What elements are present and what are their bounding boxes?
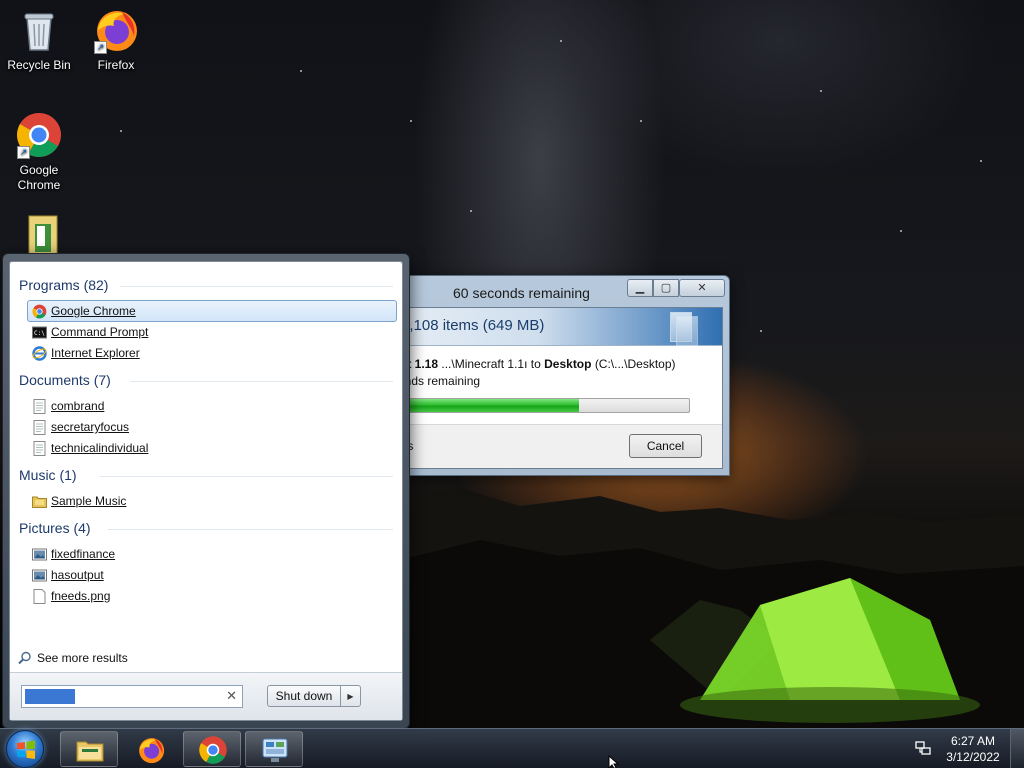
recycle-bin-icon [15, 6, 63, 54]
result-item-combrand[interactable]: combrand [27, 395, 397, 417]
start-menu-results-panel: Programs (82) Google Chrome C:\ Command … [9, 261, 403, 721]
result-item-label: Command Prompt [51, 325, 149, 339]
result-item-technicalindividual[interactable]: technicalindividual [27, 437, 397, 459]
document-stack-icon [676, 316, 698, 346]
taskbar-button-chrome[interactable] [183, 731, 241, 767]
document-icon [32, 420, 47, 435]
copy-route-destination[interactable]: Desktop [544, 357, 591, 371]
taskbar: 6:27 AM 3/12/2022 [0, 728, 1024, 768]
result-item-secretaryfocus[interactable]: secretaryfocus [27, 416, 397, 438]
result-item-label: fneeds.png [51, 589, 111, 603]
mouse-cursor-icon [608, 755, 620, 768]
start-search-box[interactable]: ✕ [21, 685, 243, 708]
svg-text:C:\: C:\ [34, 330, 45, 337]
desktop-icon-label: Google Chrome [17, 163, 61, 192]
results-group-header-programs[interactable]: Programs (82) [19, 277, 108, 293]
desktop-icon-firefox[interactable]: ↗ Firefox [78, 6, 154, 73]
image-icon [32, 568, 47, 583]
shut-down-button[interactable]: Shut down [267, 685, 341, 707]
chrome-icon [32, 304, 47, 319]
result-item-hasoutput[interactable]: hasoutput [27, 564, 397, 586]
close-button[interactable]: ✕ [679, 279, 725, 297]
desktop-icon-label: Firefox [97, 58, 135, 72]
maximize-button[interactable]: ▢ [653, 279, 679, 297]
copy-banner: 4,108 items (649 MB) [389, 308, 722, 346]
result-item-internet-explorer[interactable]: Internet Explorer [27, 342, 397, 364]
maximize-icon: ▢ [660, 281, 672, 294]
result-item-label: Google Chrome [51, 304, 136, 318]
windows-logo-icon [17, 740, 35, 759]
result-item-fneeds-png[interactable]: fneeds.png [27, 585, 397, 607]
control-panel-icon [262, 738, 288, 762]
divider [120, 286, 393, 287]
clear-icon[interactable]: ✕ [226, 689, 237, 704]
file-explorer-icon [76, 741, 104, 762]
start-menu-bottom-bar: ✕ Shut down ▶ [10, 672, 402, 720]
copy-progress-fill [393, 399, 580, 412]
result-item-label: Sample Music [51, 494, 127, 508]
copy-progress-dialog: 60 seconds remaining ▁ ▢ ✕ 4,108 items (… [380, 275, 730, 476]
start-menu: Programs (82) Google Chrome C:\ Command … [2, 253, 410, 729]
chrome-icon [199, 736, 227, 764]
minimize-icon: ▁ [635, 281, 645, 294]
result-item-google-chrome[interactable]: Google Chrome [27, 300, 397, 322]
clock-time: 6:27 AM [950, 734, 996, 748]
shortcut-arrow-icon: ↗ [94, 41, 107, 54]
document-icon [32, 399, 47, 414]
desktop-icon-recycle-bin[interactable]: Recycle Bin [1, 6, 77, 73]
result-item-fixedfinance[interactable]: fixedfinance [27, 543, 397, 565]
internet-explorer-icon [32, 346, 47, 361]
image-icon [32, 547, 47, 562]
firefox-icon [139, 738, 165, 764]
network-icon[interactable] [914, 739, 932, 757]
result-item-label: secretaryfocus [51, 420, 130, 434]
taskbar-button-file-explorer[interactable] [60, 731, 118, 767]
copy-heading: 4,108 items (649 MB) [401, 317, 545, 334]
taskbar-clock[interactable]: 6:27 AM 3/12/2022 [940, 733, 1006, 765]
copy-route-connector: to [530, 357, 541, 371]
show-desktop-button[interactable] [1010, 729, 1024, 768]
divider [108, 529, 393, 530]
start-search-input[interactable] [22, 686, 222, 707]
copy-dialog-title: 60 seconds remaining [453, 285, 590, 301]
result-item-label: hasoutput [51, 568, 104, 582]
result-item-label: technicalindividual [51, 441, 149, 455]
minimize-button[interactable]: ▁ [627, 279, 653, 297]
close-icon: ✕ [697, 281, 707, 294]
result-item-label: fixedfinance [51, 547, 116, 561]
blank-file-icon [32, 589, 47, 604]
copy-progress-bar [392, 398, 690, 413]
command-prompt-icon: C:\ [32, 325, 47, 340]
divider [100, 476, 393, 477]
copy-route: raft 1.18 ...\Minecraft 1.1ı to Desktop … [392, 357, 676, 371]
search-icon [18, 651, 31, 665]
taskbar-button-control-panel[interactable] [245, 731, 303, 767]
firefox-icon: ↗ [92, 6, 140, 54]
clock-date: 3/12/2022 [946, 750, 1000, 764]
document-icon [32, 441, 47, 456]
copy-route-destination-path: (C:\...\Desktop) [594, 357, 676, 371]
taskbar-button-firefox[interactable] [121, 731, 179, 767]
start-button[interactable] [6, 730, 44, 768]
shut-down-options-arrow[interactable]: ▶ [340, 685, 361, 707]
copy-dialog-body: 4,108 items (649 MB) raft 1.18 ...\Minec… [388, 307, 723, 469]
divider [130, 381, 393, 382]
see-more-results-label: See more results [37, 651, 128, 665]
result-item-sample-music[interactable]: Sample Music [27, 490, 397, 512]
results-group-header-documents[interactable]: Documents (7) [19, 372, 111, 388]
results-group-header-pictures[interactable]: Pictures (4) [19, 520, 91, 536]
shortcut-arrow-icon: ↗ [17, 146, 30, 159]
folder-icon [32, 494, 47, 509]
result-item-label: Internet Explorer [51, 346, 140, 360]
cancel-button[interactable]: Cancel [629, 434, 702, 458]
desktop-icon-google-chrome[interactable]: ↗ Google Chrome [1, 111, 77, 193]
desktop-icon-label: Recycle Bin [7, 58, 71, 72]
copy-dialog-footer: tails Cancel [389, 424, 722, 468]
result-item-label: combrand [51, 399, 105, 413]
copy-route-source[interactable]: ...\Minecraft 1.1ı [441, 357, 527, 371]
chrome-icon: ↗ [15, 111, 63, 159]
result-item-command-prompt[interactable]: C:\ Command Prompt [27, 321, 397, 343]
see-more-results-link[interactable]: See more results [18, 651, 128, 665]
results-group-header-music[interactable]: Music (1) [19, 467, 77, 483]
